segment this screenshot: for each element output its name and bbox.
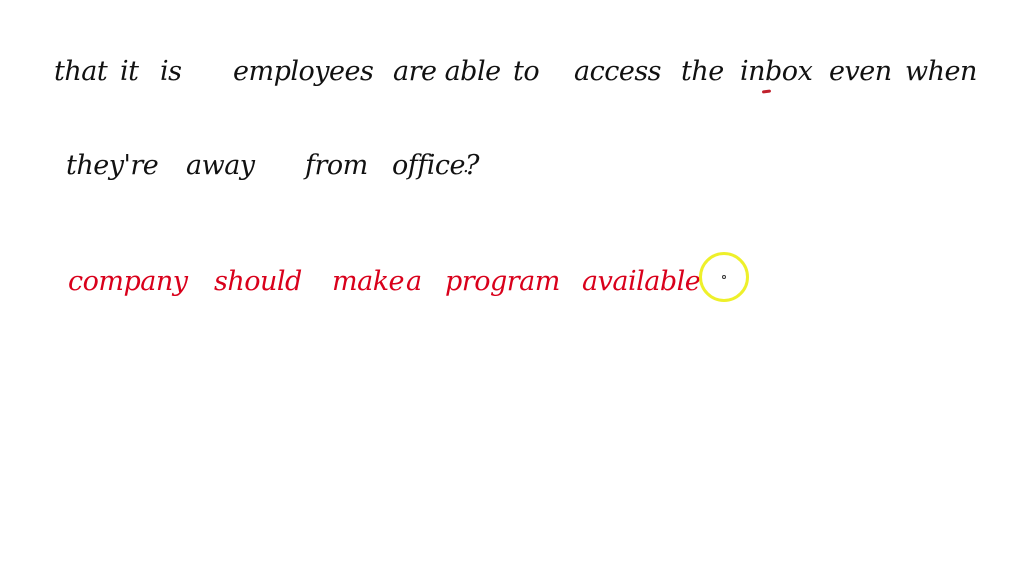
handwritten-word: is: [160, 56, 182, 87]
handwritten-word: a: [406, 266, 422, 297]
handwritten-word: make: [332, 266, 405, 297]
handwritten-word: it: [120, 56, 139, 87]
handwritten-word: the: [681, 56, 724, 87]
handwritten-word: should: [214, 266, 302, 297]
handwritten-word: are able: [393, 56, 501, 87]
handwritten-word: program: [445, 266, 560, 297]
handwritten-word: company: [68, 266, 188, 297]
handwritten-dot: .: [463, 156, 469, 177]
handwritten-word: when: [905, 56, 977, 87]
handwritten-word: that: [54, 56, 108, 87]
pen-cursor-dot-icon: [722, 275, 726, 279]
handwritten-word: they're: [66, 150, 159, 181]
handwritten-word: to: [513, 56, 540, 87]
handwritten-word: available: [582, 266, 701, 297]
handwritten-word: away: [186, 150, 255, 181]
handwritten-word: access: [574, 56, 662, 87]
handwritten-word: from: [305, 150, 368, 181]
handwritten-word: employees: [233, 56, 374, 87]
whiteboard-canvas: that it is employees are able to access …: [0, 0, 1024, 576]
handwritten-word: inbox: [740, 56, 813, 87]
handwritten-word: even: [829, 56, 892, 87]
annotation-underline-mark: [761, 89, 772, 94]
